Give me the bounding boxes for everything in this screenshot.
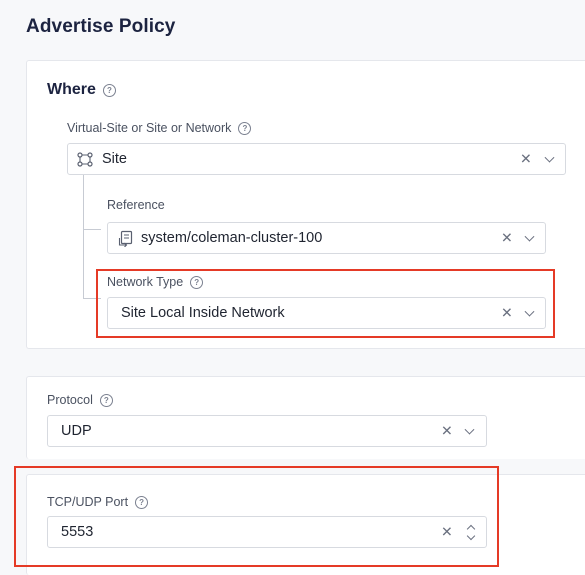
virtual-site-label: Virtual-Site or Site or Network? xyxy=(67,121,252,135)
reference-value: system/coleman-cluster-100 xyxy=(141,230,323,246)
reference-chevron-down-icon[interactable] xyxy=(524,231,535,242)
reference-clear-icon[interactable]: ✕ xyxy=(501,230,513,247)
reference-select[interactable]: system/coleman-cluster-100 ✕ xyxy=(107,222,546,254)
protocol-help-icon[interactable]: ? xyxy=(99,394,113,407)
port-highlight-box xyxy=(14,466,499,567)
protocol-label: Protocol? xyxy=(47,393,113,407)
where-title: Where? xyxy=(47,81,116,99)
page-title: Advertise Policy xyxy=(26,16,176,37)
tree-connector-reference xyxy=(83,229,101,230)
protocol-chevron-down-icon[interactable] xyxy=(464,424,475,435)
virtual-site-clear-icon[interactable]: ✕ xyxy=(520,151,532,168)
site-network-icon xyxy=(77,152,93,167)
reference-label: Reference xyxy=(107,198,165,212)
protocol-clear-icon[interactable]: ✕ xyxy=(441,423,453,440)
protocol-select[interactable]: UDP ✕ xyxy=(47,415,487,447)
network-type-highlight-box xyxy=(96,269,555,338)
protocol-label-text: Protocol xyxy=(47,393,93,407)
where-title-text: Where xyxy=(47,81,96,98)
protocol-value: UDP xyxy=(61,423,92,439)
virtual-site-chevron-down-icon[interactable] xyxy=(544,152,555,163)
tree-connector-vertical xyxy=(83,175,84,299)
virtual-site-label-text: Virtual-Site or Site or Network xyxy=(67,121,232,135)
virtual-site-select[interactable]: Site ✕ xyxy=(67,143,566,175)
reference-icon xyxy=(118,230,133,247)
virtual-site-value: Site xyxy=(102,151,127,167)
virtual-site-help-icon[interactable]: ? xyxy=(238,122,252,135)
where-help-icon[interactable]: ? xyxy=(102,84,116,97)
